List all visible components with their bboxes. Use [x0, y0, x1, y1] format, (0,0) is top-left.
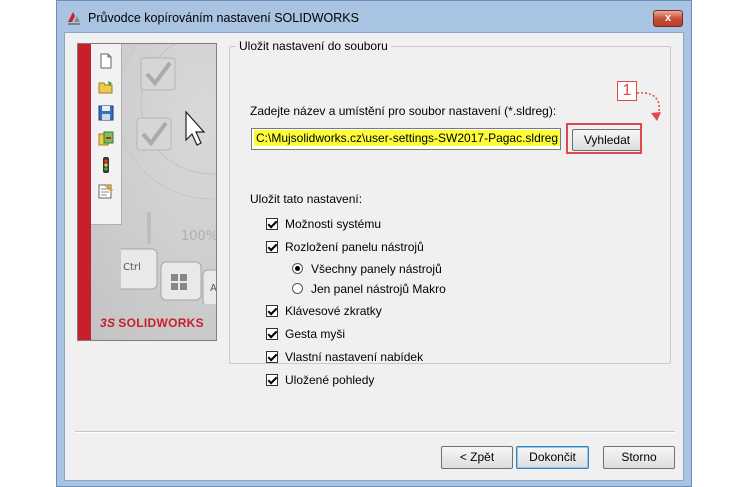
- save-options-label: Uložit tato nastavení:: [250, 192, 363, 206]
- checkbox-toolbar-layout[interactable]: [266, 241, 278, 253]
- label-toolbar-layout: Rozložení panelu nástrojů: [285, 240, 424, 254]
- label-all-toolbars: Všechny panely nástrojů: [311, 262, 442, 276]
- checkbox-saved-views[interactable]: [266, 374, 278, 386]
- checkbox-system-options[interactable]: [266, 218, 278, 230]
- banner-toolbar: [91, 44, 122, 225]
- annotation-arrow: [636, 92, 661, 121]
- window-title: Průvodce kopírováním nastavení SOLIDWORK…: [88, 11, 359, 25]
- svg-text:Ctrl: Ctrl: [123, 262, 141, 273]
- close-button[interactable]: x: [653, 10, 683, 27]
- label-saved-views: Uložené pohledy: [285, 373, 375, 387]
- open-folder-icon: [98, 81, 113, 94]
- logo-text: SOLIDWORKS: [118, 316, 204, 330]
- solidworks-logo: 3S SOLIDWORKS: [100, 316, 204, 330]
- svg-text:100%: 100%: [181, 229, 217, 244]
- banner-artwork: 100% Ctrl Alt: [121, 44, 217, 304]
- solidworks-app-icon: [68, 12, 80, 25]
- copy-settings-icon: [98, 131, 114, 146]
- file-path-value: C:\Mujsolidworks.cz\user-settings-SW2017…: [254, 130, 561, 146]
- wizard-window: Průvodce kopírováním nastavení SOLIDWORK…: [56, 0, 692, 487]
- group-title: Uložit nastavení do souboru: [236, 39, 391, 53]
- title-bar[interactable]: Průvodce kopírováním nastavení SOLIDWORK…: [57, 1, 691, 35]
- traffic-light-icon: [103, 157, 109, 173]
- path-prompt-label: Zadejte název a umístění pro soubor nast…: [250, 104, 557, 118]
- save-icon: [98, 105, 114, 121]
- save-settings-group: Uložit nastavení do souboru Zadejte náze…: [229, 39, 671, 387]
- checkbox-keyboard-shortcuts[interactable]: [266, 305, 278, 317]
- banner-red-strip: [78, 44, 91, 340]
- finish-button[interactable]: Dokončit: [516, 446, 589, 469]
- radio-all-toolbars[interactable]: [292, 263, 303, 274]
- label-mouse-gestures: Gesta myši: [285, 327, 346, 341]
- annotation-step-number: 1: [617, 81, 637, 101]
- label-custom-menus: Vlastní nastavení nabídek: [285, 350, 424, 364]
- wizard-banner-image: 100% Ctrl Alt 3SSOLIDWORKS: [77, 43, 217, 341]
- checkbox-custom-menus[interactable]: [266, 351, 278, 363]
- label-keyboard-shortcuts: Klávesové zkratky: [285, 304, 382, 318]
- logo-prefix: 3S: [100, 316, 116, 330]
- checkbox-mouse-gestures[interactable]: [266, 328, 278, 340]
- file-path-input[interactable]: C:\Mujsolidworks.cz\user-settings-SW2017…: [251, 128, 561, 150]
- annotation-highlight-box: [566, 123, 642, 154]
- back-button[interactable]: < Zpět: [441, 446, 513, 469]
- new-document-icon: [100, 53, 112, 69]
- label-macro-toolbar: Jen panel nástrojů Makro: [311, 282, 446, 296]
- radio-macro-toolbar[interactable]: [292, 283, 303, 294]
- footer-divider: [75, 431, 675, 433]
- properties-icon: [98, 184, 113, 199]
- svg-text:Alt: Alt: [210, 283, 217, 294]
- cancel-button[interactable]: Storno: [603, 446, 675, 469]
- label-system-options: Možnosti systému: [285, 217, 382, 231]
- wizard-content: 100% Ctrl Alt 3SSOLIDWORKS Uložit nastav…: [64, 32, 684, 481]
